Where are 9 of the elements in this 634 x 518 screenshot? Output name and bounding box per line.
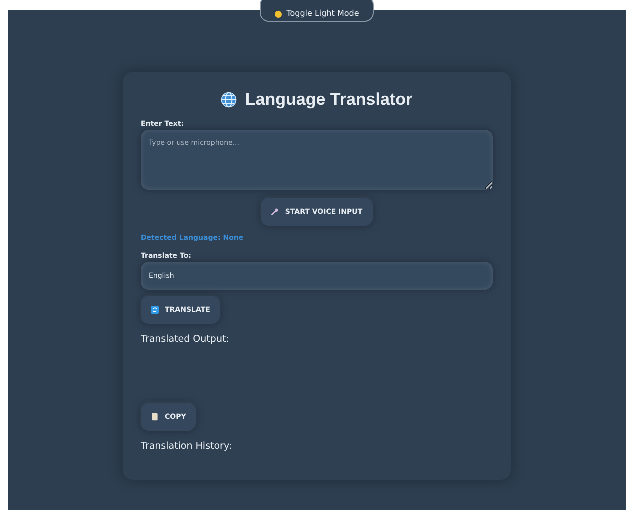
refresh-icon bbox=[151, 306, 159, 314]
globe-icon bbox=[221, 92, 238, 108]
theme-toggle-button[interactable]: Toggle Light Mode bbox=[260, 0, 374, 22]
microphone-icon bbox=[271, 208, 280, 216]
history-heading: Translation History: bbox=[141, 441, 234, 452]
sun-icon bbox=[274, 11, 282, 18]
output-heading: Translated Output: bbox=[141, 334, 230, 346]
app-title: Language Translator bbox=[245, 90, 413, 110]
clipboard-icon bbox=[151, 413, 159, 421]
